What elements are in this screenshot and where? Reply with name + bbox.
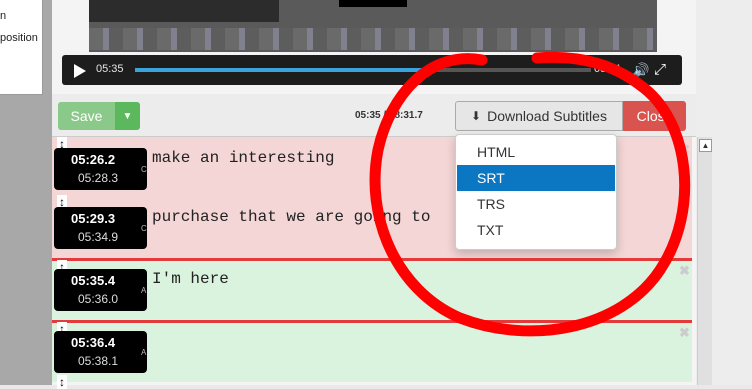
red-circle-annotation [369, 51, 691, 337]
